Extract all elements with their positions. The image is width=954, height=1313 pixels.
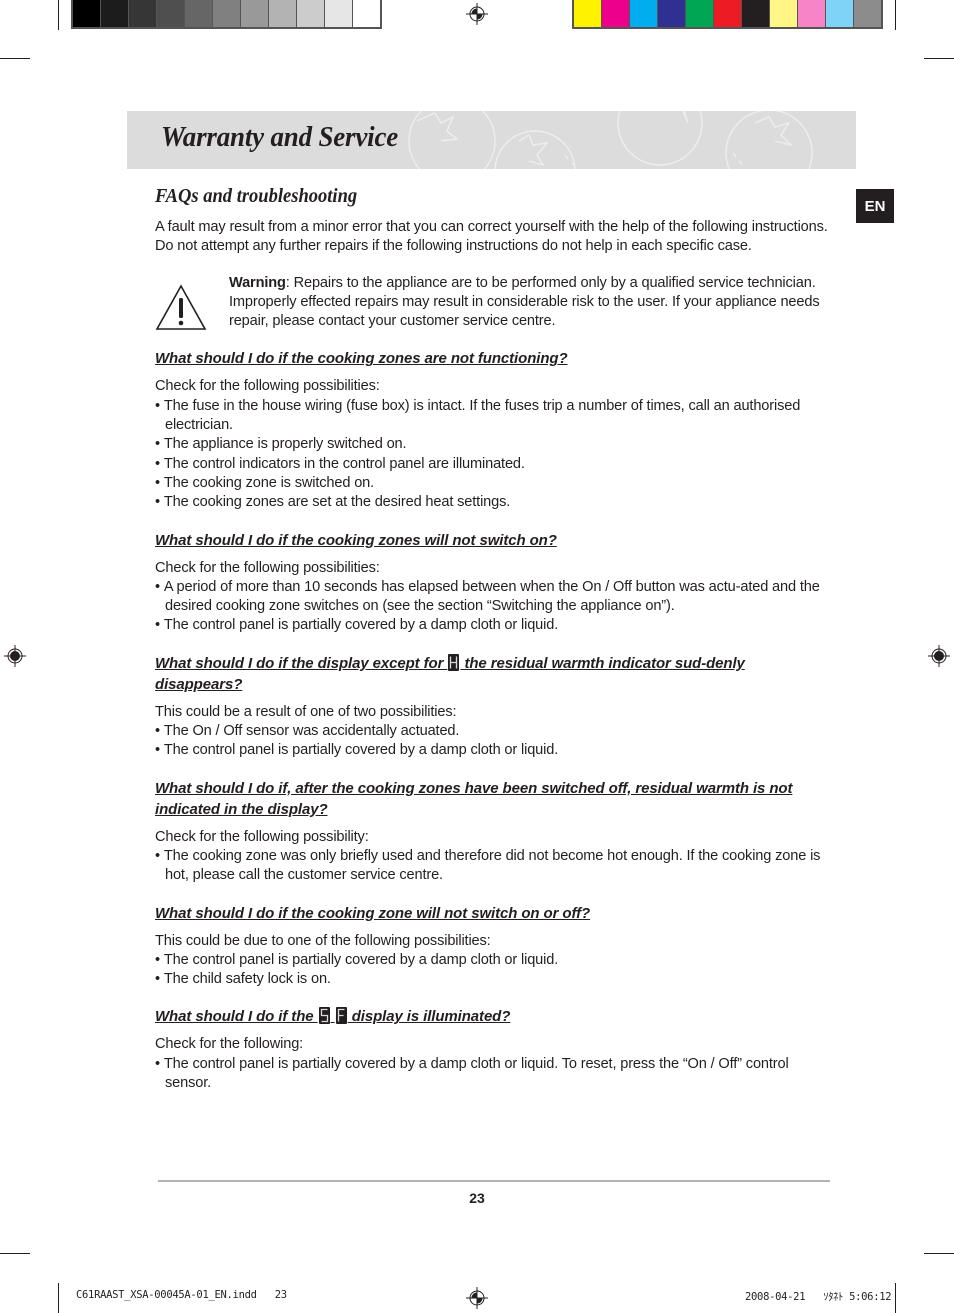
color-swatch: [658, 0, 685, 27]
language-tab: EN: [856, 189, 894, 223]
header-banner: Warranty and Service: [127, 111, 856, 169]
color-swatch: [686, 0, 713, 27]
error-f-display-icon: [335, 1007, 347, 1025]
faq-item: What should I do if the display is illum…: [155, 1006, 835, 1093]
color-swatch: [714, 0, 741, 27]
gray-swatch: [185, 0, 212, 27]
warning-triangle-icon: [155, 283, 207, 330]
faq-bullet-list: The cooking zone was only briefly used a…: [155, 847, 835, 886]
gray-swatch: [101, 0, 128, 27]
gray-swatch: [129, 0, 156, 27]
page-header-title: Warranty and Service: [161, 121, 399, 153]
faq-bullet: The control panel is partially covered b…: [155, 951, 835, 970]
gray-swatch: [241, 0, 268, 27]
faq-lead: Check for the following possibilities:: [155, 559, 380, 576]
color-swatch: [574, 0, 601, 27]
grayscale-color-bar: [71, 0, 382, 29]
color-swatch: [602, 0, 629, 27]
color-swatch: [854, 0, 881, 27]
faq-bullet: The control panel is partially covered b…: [155, 741, 835, 760]
faq-bullet: The cooking zone was only briefly used a…: [155, 847, 835, 886]
faq-bullet: The control panel is partially covered b…: [155, 616, 835, 635]
gray-swatch: [297, 0, 324, 27]
faq-item: What should I do if the display except f…: [155, 653, 835, 761]
crop-mark: [58, 0, 59, 30]
warning-label: Warning: [229, 274, 286, 291]
faq-bullet: The control panel is partially covered b…: [155, 1055, 835, 1094]
faq-lead: Check for the following possibilities:: [155, 378, 380, 395]
crop-mark: [58, 1283, 59, 1313]
faq-item: What should I do if the cooking zones ar…: [155, 348, 835, 512]
crop-mark: [0, 1253, 30, 1254]
page-number: 23: [469, 1190, 485, 1206]
process-color-bar: [572, 0, 883, 29]
crop-mark: [924, 1253, 954, 1254]
faq-question: What should I do if the display except f…: [155, 653, 835, 695]
section-title: FAQs and troubleshooting: [155, 186, 358, 207]
warning-note: Warning: Repairs to the appliance are to…: [155, 274, 835, 332]
faq-bullet: The cooking zones are set at the desired…: [155, 493, 835, 512]
faq-question: What should I do if, after the cooking z…: [155, 779, 793, 818]
residual-heat-h-display-icon: [448, 653, 460, 671]
faq-bullet-list: A period of more than 10 seconds has ela…: [155, 578, 835, 636]
warning-text: Warning: Repairs to the appliance are to…: [229, 274, 835, 332]
color-swatch: [742, 0, 769, 27]
faq-bullet-list: The On / Off sensor was accidentally act…: [155, 722, 835, 761]
faq-bullet: The cooking zone is switched on.: [155, 474, 835, 493]
faq-question-part: What should I do if the: [155, 1008, 318, 1026]
warning-body: : Repairs to the appliance are to be per…: [229, 274, 820, 330]
faq-question-part: What should I do if the display except f…: [155, 654, 448, 672]
crop-mark: [895, 0, 896, 30]
faq-question: What should I do if the cooking zones ar…: [155, 350, 568, 368]
faq-lead: This could be a result of one of two pos…: [155, 703, 457, 720]
gray-swatch: [325, 0, 352, 27]
faq-item: What should I do if the cooking zones wi…: [155, 530, 835, 636]
registration-mark-icon: [928, 645, 950, 667]
faq-bullet: The control indicators in the control pa…: [155, 455, 835, 474]
slug-date-text: 2008-04-21 ｿﾀﾈﾄ 5:06:12: [745, 1291, 892, 1303]
faq-item: What should I do if, after the cooking z…: [155, 778, 835, 886]
faq-bullet-list: The fuse in the house wiring (fuse box) …: [155, 397, 835, 513]
color-swatch: [770, 0, 797, 27]
registration-mark-icon: [466, 1287, 488, 1309]
registration-mark-icon: [4, 645, 26, 667]
faq-question: What should I do if the cooking zones wi…: [155, 531, 557, 549]
color-swatch: [798, 0, 825, 27]
crop-mark: [924, 58, 954, 59]
faq-question: What should I do if the cooking zone wil…: [155, 904, 591, 922]
intro-paragraph: A fault may result from a minor error th…: [155, 219, 828, 255]
main-content: FAQs and troubleshooting A fault may res…: [155, 186, 835, 1110]
faq-item: What should I do if the cooking zone wil…: [155, 903, 835, 990]
footer-divider: [158, 1180, 830, 1182]
slug-file-text: C61RAAST_XSA-00045A-01_EN.indd 23: [76, 1289, 287, 1301]
faq-bullet: The child safety lock is on.: [155, 970, 835, 989]
gray-swatch: [353, 0, 380, 27]
print-slug-timestamp: 2008-04-21 ｿﾀﾈﾄ 5:06:12: [745, 1289, 892, 1304]
error-5-display-icon: [318, 1007, 330, 1025]
faq-bullet: The On / Off sensor was accidentally act…: [155, 722, 835, 741]
gray-swatch: [213, 0, 240, 27]
color-swatch: [630, 0, 657, 27]
gray-swatch: [73, 0, 100, 27]
crop-mark: [0, 58, 30, 59]
faq-bullet-list: The control panel is partially covered b…: [155, 951, 835, 990]
faq-question-part: display is illuminated?: [347, 1008, 511, 1026]
gray-swatch: [269, 0, 296, 27]
gray-swatch: [157, 0, 184, 27]
faq-lead: Check for the following:: [155, 1036, 304, 1053]
faq-bullet: A period of more than 10 seconds has ela…: [155, 578, 835, 617]
faq-bullet-list: The control panel is partially covered b…: [155, 1055, 835, 1094]
faq-bullet: The appliance is properly switched on.: [155, 435, 835, 454]
crop-mark: [895, 1283, 896, 1313]
faq-question: What should I do if the display is illum…: [155, 1006, 835, 1027]
faq-bullet: The fuse in the house wiring (fuse box) …: [155, 397, 835, 436]
print-slug-filename: C61RAAST_XSA-00045A-01_EN.indd 23: [76, 1289, 287, 1301]
color-swatch: [826, 0, 853, 27]
faq-lead: Check for the following possibility:: [155, 828, 369, 845]
registration-mark-icon: [466, 3, 488, 25]
faq-lead: This could be due to one of the followin…: [155, 932, 491, 949]
